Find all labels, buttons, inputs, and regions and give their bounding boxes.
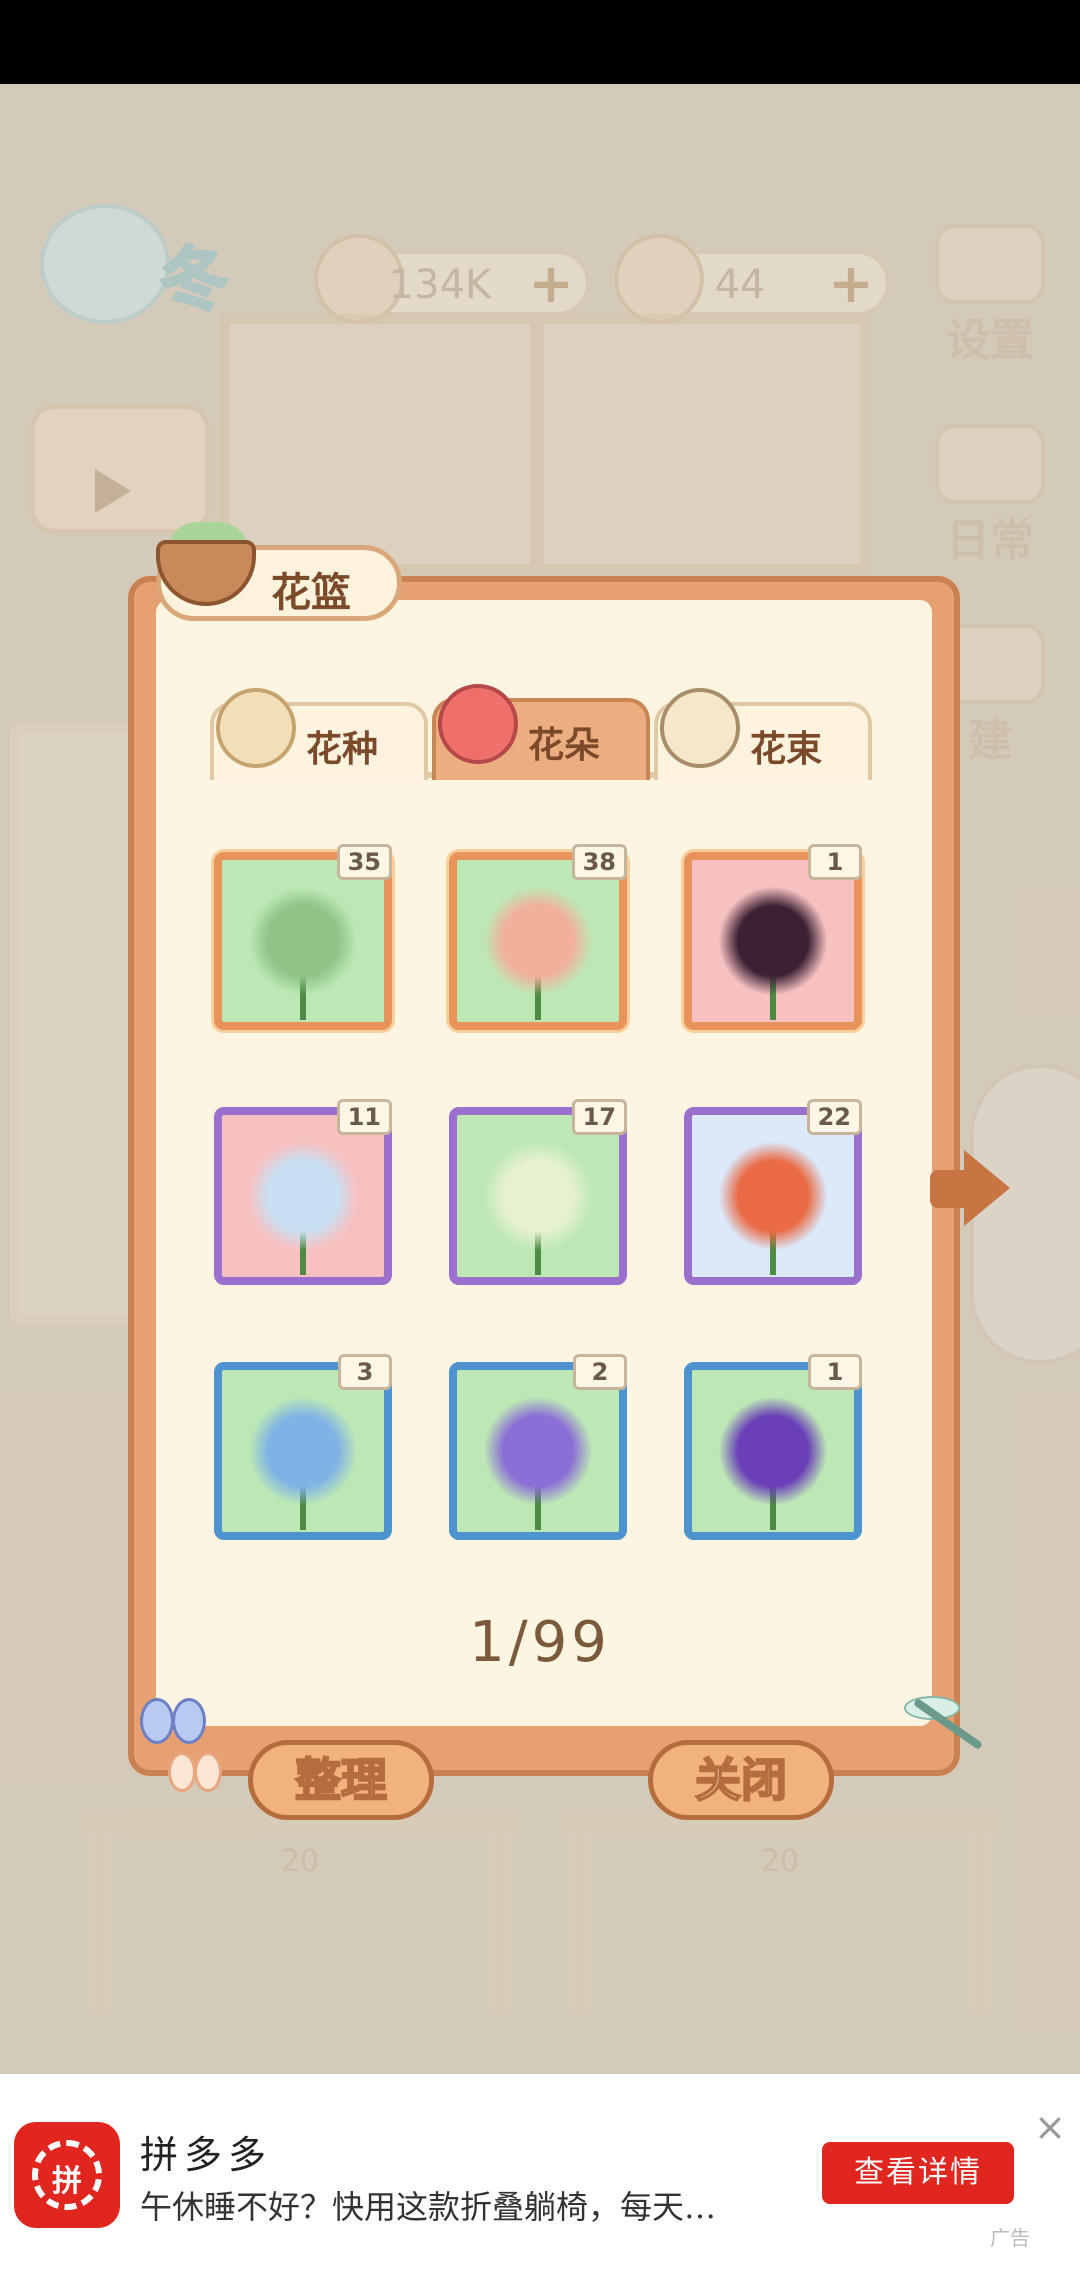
- butterfly-icon: [168, 1752, 224, 1798]
- flower-item-card[interactable]: 1: [684, 1354, 862, 1540]
- close-button[interactable]: 关闭: [648, 1740, 834, 1820]
- flower-icon: [718, 1141, 828, 1251]
- flower-icon: [483, 886, 593, 996]
- background-table: 20: [560, 1814, 1000, 2014]
- rose-icon: [438, 684, 518, 764]
- item-count-badge: 11: [336, 1099, 392, 1135]
- add-fish-button[interactable]: +: [526, 257, 576, 311]
- snowman-icon: [40, 204, 170, 324]
- basket-icon: [148, 500, 268, 610]
- next-page-arrow[interactable]: [930, 1150, 1010, 1230]
- flower-icon: [718, 886, 828, 996]
- ad-description: 午休睡不好？快用这款折叠躺椅，每天…: [140, 2188, 717, 2226]
- flower-icon: [483, 1396, 593, 1506]
- play-icon: [95, 469, 131, 513]
- fish-value: 134K: [388, 262, 492, 308]
- bouquet-icon: [660, 688, 740, 768]
- season-label: 冬: [158, 240, 229, 322]
- view-details-button[interactable]: 查看详情: [822, 2142, 1014, 2204]
- pinduoduo-logo: 拼: [14, 2122, 120, 2228]
- daily-button[interactable]: 日常: [930, 424, 1050, 566]
- flower-item-card[interactable]: 17: [449, 1099, 627, 1285]
- flower-icon: [248, 886, 358, 996]
- item-count-badge: 1: [808, 844, 862, 880]
- page-indicator: 1/99: [469, 1610, 611, 1675]
- tab-bouquets[interactable]: 花束: [654, 688, 872, 780]
- sort-button[interactable]: 整理: [248, 1740, 434, 1820]
- settings-label: 设置: [946, 315, 1034, 366]
- tab-seeds[interactable]: 花种: [210, 688, 428, 780]
- ad-title: 拼多多: [140, 2133, 273, 2177]
- cheese-value: 44: [714, 262, 766, 308]
- flower-item-card[interactable]: 1: [684, 844, 862, 1030]
- season-indicator: 冬: [40, 204, 270, 324]
- modal-title: 花篮: [271, 570, 351, 616]
- butterfly-icon: [140, 1698, 210, 1758]
- settings-button[interactable]: 设置: [930, 224, 1050, 366]
- flower-icon: [483, 1141, 593, 1251]
- flower-item-card[interactable]: 11: [214, 1099, 392, 1285]
- flower-item-card[interactable]: 35: [214, 844, 392, 1030]
- gear-icon: [935, 224, 1045, 304]
- item-count-badge: 38: [571, 844, 627, 880]
- fish-currency[interactable]: 134K +: [314, 234, 590, 324]
- category-tabs: 花种 花朵 花束: [210, 684, 872, 786]
- item-count-badge: 3: [338, 1354, 392, 1390]
- flower-icon: [248, 1396, 358, 1506]
- tab-flowers[interactable]: 花朵: [432, 684, 650, 780]
- flower-item-card[interactable]: 38: [449, 844, 627, 1030]
- close-ad-icon[interactable]: ×: [1034, 2108, 1066, 2146]
- ad-tag: 广告: [990, 2226, 1030, 2250]
- item-count-badge: 22: [806, 1099, 862, 1135]
- flower-item-card[interactable]: 2: [449, 1354, 627, 1540]
- background-table: 20: [80, 1814, 520, 2014]
- flower-item-card[interactable]: 3: [214, 1354, 392, 1540]
- item-count-badge: 17: [571, 1099, 627, 1135]
- add-cheese-button[interactable]: +: [826, 257, 876, 311]
- flower-item-card[interactable]: 22: [684, 1099, 862, 1285]
- cheese-currency[interactable]: 44 +: [614, 234, 890, 324]
- item-count-badge: 1: [808, 1354, 862, 1390]
- seed-bag-icon: [216, 688, 296, 768]
- background-shelf: [220, 314, 870, 574]
- item-count-badge: 35: [336, 844, 392, 880]
- item-count-badge: 2: [573, 1354, 627, 1390]
- status-bar: [0, 0, 1080, 84]
- flower-icon: [718, 1396, 828, 1506]
- notebook-icon: [935, 424, 1045, 504]
- dragonfly-icon: [894, 1690, 984, 1760]
- flower-icon: [248, 1141, 358, 1251]
- daily-label: 日常: [946, 515, 1034, 566]
- ad-banner[interactable]: 拼 拼多多 午休睡不好？快用这款折叠躺椅，每天… 查看详情 × 广告: [0, 2074, 1080, 2280]
